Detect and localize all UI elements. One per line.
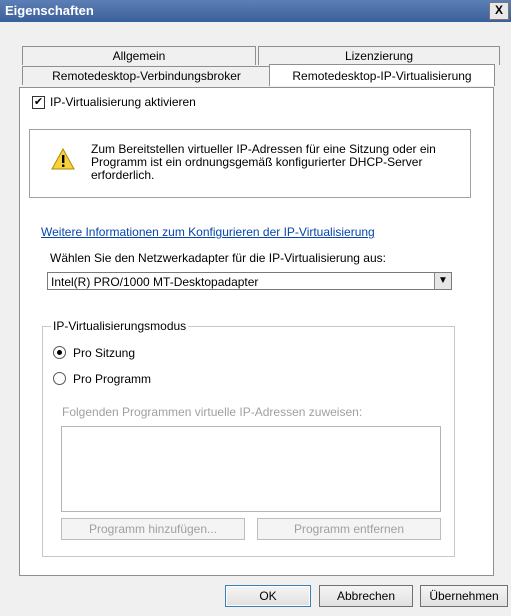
warning-text: Zum Bereitstellen virtueller IP-Adressen… <box>91 142 436 182</box>
mode-legend: IP-Virtualisierungsmodus <box>51 319 189 333</box>
adapter-value: Intel(R) PRO/1000 MT-Desktopadapter <box>51 275 259 289</box>
chevron-down-icon[interactable]: ▼ <box>434 273 451 289</box>
remove-program-button[interactable]: Programm entfernen <box>257 518 441 540</box>
radio-pro-sitzung[interactable] <box>53 346 66 359</box>
tab-lizenzierung[interactable]: Lizenzierung <box>258 46 500 65</box>
cancel-button[interactable]: Abbrechen <box>319 585 413 607</box>
title-bar: Eigenschaften X <box>0 0 511 22</box>
info-link[interactable]: Weitere Informationen zum Konfigurieren … <box>41 225 375 239</box>
close-button[interactable]: X <box>489 2 509 20</box>
tab-verbindungsbroker[interactable]: Remotedesktop-Verbindungsbroker <box>22 66 271 85</box>
adapter-select[interactable]: Intel(R) PRO/1000 MT-Desktopadapter ▼ <box>47 272 452 290</box>
add-program-button[interactable]: Programm hinzufügen... <box>61 518 245 540</box>
programs-listbox[interactable] <box>61 426 441 512</box>
properties-dialog: Eigenschaften X Allgemein Lizenzierung R… <box>0 0 511 616</box>
programs-label: Folgenden Programmen virtuelle IP-Adress… <box>62 405 363 419</box>
apply-button[interactable]: Übernehmen <box>420 585 508 607</box>
radio-pro-sitzung-label: Pro Sitzung <box>73 346 136 360</box>
tab-ip-virtualisierung[interactable]: Remotedesktop-IP-Virtualisierung <box>269 64 495 86</box>
adapter-prompt: Wählen Sie den Netzwerkadapter für die I… <box>50 251 386 265</box>
warning-icon <box>51 148 75 170</box>
radio-pro-programm[interactable] <box>53 372 66 385</box>
tab-allgemein[interactable]: Allgemein <box>22 46 256 65</box>
warning-box: Zum Bereitstellen virtueller IP-Adressen… <box>29 129 471 198</box>
window-title: Eigenschaften <box>5 3 94 18</box>
enable-label: IP-Virtualisierung aktivieren <box>50 95 196 109</box>
ok-button[interactable]: OK <box>225 585 311 607</box>
enable-checkbox[interactable]: ✔ <box>32 96 45 109</box>
radio-pro-programm-label: Pro Programm <box>73 372 152 386</box>
